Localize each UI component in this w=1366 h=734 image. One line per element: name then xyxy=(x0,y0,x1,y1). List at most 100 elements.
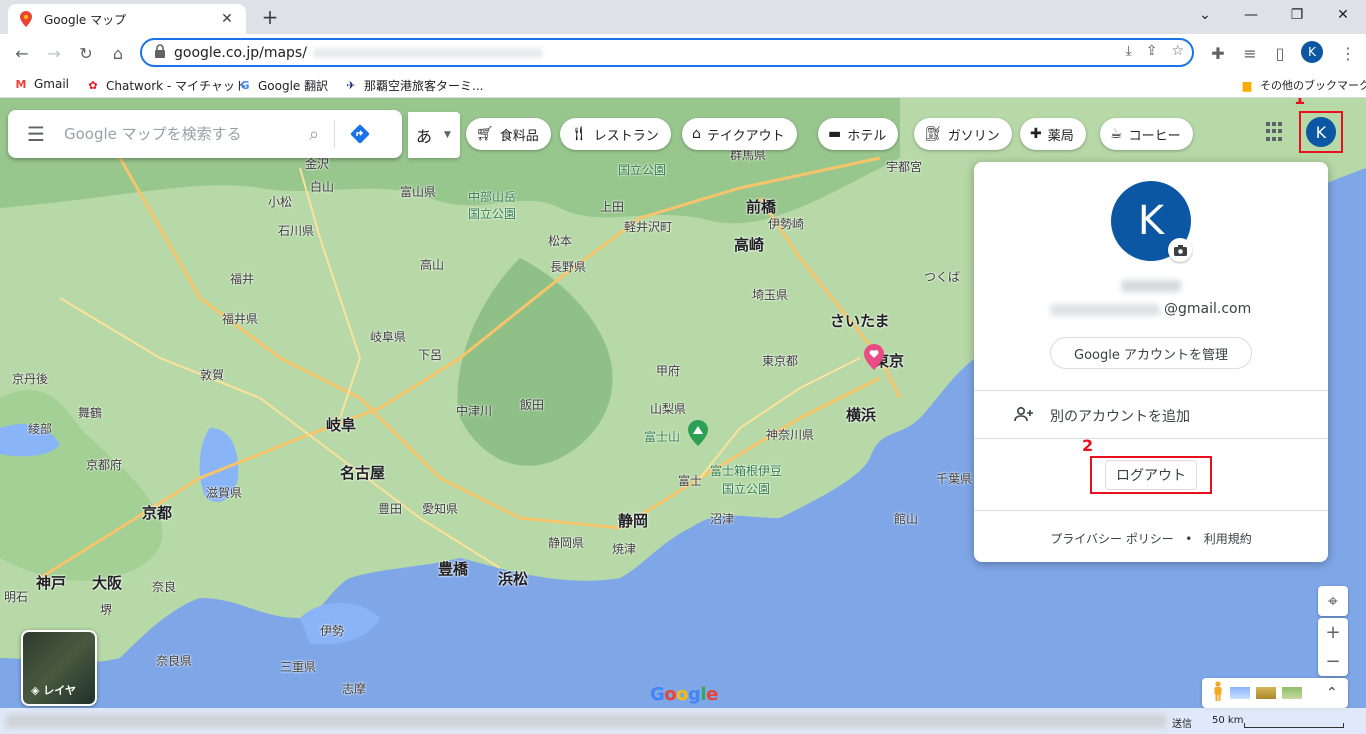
pegman-icon[interactable] xyxy=(1212,681,1224,705)
chip-coffee[interactable]: ☕︎ コーヒー xyxy=(1100,118,1193,150)
lock-icon xyxy=(154,43,166,62)
directions-icon[interactable] xyxy=(335,123,385,145)
thumbnail-field[interactable] xyxy=(1256,687,1276,699)
zoom-in-icon[interactable]: + xyxy=(1318,618,1348,647)
place-label: 高山 xyxy=(420,258,445,272)
close-tab-icon[interactable]: ✕ xyxy=(218,11,236,27)
camera-icon[interactable] xyxy=(1168,238,1192,262)
caret-down-icon: ▼ xyxy=(444,130,451,140)
bookmark-label: Chatwork - マイチャット xyxy=(106,79,247,93)
place-label: 綾部 xyxy=(28,422,53,436)
bookmark-label: 那覇空港旅客ターミ... xyxy=(364,79,484,93)
place-label: 神奈川県 xyxy=(766,428,815,442)
chip-hotels[interactable]: ▬ ホテル xyxy=(818,118,899,150)
new-tab-icon[interactable]: + xyxy=(258,6,282,30)
privacy-policy-link[interactable]: プライバシー ポリシー xyxy=(1050,532,1174,546)
place-label: 中部山岳 xyxy=(468,190,517,204)
chip-restaurants[interactable]: 🍴︎ レストラン xyxy=(560,118,671,150)
place-label: 京都 xyxy=(142,504,173,522)
place-label: 富士 xyxy=(678,474,703,488)
step-2-label: 2 xyxy=(1082,436,1094,455)
thumbnail-sky[interactable] xyxy=(1230,687,1250,699)
place-label: 宇都宮 xyxy=(886,160,923,174)
profile-avatar[interactable]: K xyxy=(1301,41,1323,63)
place-label: 志摩 xyxy=(342,682,367,696)
thumbnail-aerial[interactable] xyxy=(1282,687,1302,699)
account-button[interactable]: K xyxy=(1299,111,1343,153)
separator-dot: • xyxy=(1185,532,1193,546)
bookmark-star-icon[interactable]: ☆ xyxy=(1171,43,1184,59)
tab-search-icon[interactable]: ⌄ xyxy=(1182,0,1228,30)
menu-icon[interactable]: ⋮ xyxy=(1334,39,1362,67)
place-label: 富山県 xyxy=(400,185,437,199)
place-label: 館山 xyxy=(894,512,919,526)
account-email: @gmail.com xyxy=(1164,301,1252,317)
panel-footer: プライバシー ポリシー • 利用規約 xyxy=(974,530,1328,547)
layers-toggle[interactable]: ◈ レイヤ xyxy=(21,630,97,706)
place-label: 上田 xyxy=(600,200,625,214)
zoom-out-icon[interactable]: − xyxy=(1318,647,1348,676)
bookmark-naha-airport[interactable]: ✈ 那覇空港旅客ターミ... xyxy=(344,77,483,94)
my-location-icon[interactable]: ⌖ xyxy=(1318,586,1348,616)
place-label: 滋賀県 xyxy=(206,486,243,500)
place-label: 小松 xyxy=(268,195,293,209)
terms-link[interactable]: 利用規約 xyxy=(1204,532,1252,546)
bed-icon: ▬ xyxy=(828,126,842,142)
share-icon[interactable]: ⇪ xyxy=(1146,43,1158,59)
divider xyxy=(974,438,1328,439)
close-window-icon[interactable]: ✕ xyxy=(1320,0,1366,30)
chip-pharmacy[interactable]: ✚ 薬局 xyxy=(1020,118,1086,150)
chatwork-icon: ✿ xyxy=(88,79,98,92)
bookmark-chatwork[interactable]: ✿ Chatwork - マイチャット xyxy=(86,77,247,94)
logout-button[interactable]: ログアウト xyxy=(1090,456,1212,494)
bookmark-translate[interactable]: G Google 翻訳 xyxy=(238,77,328,94)
chip-label: ガソリン xyxy=(947,128,1000,144)
pharmacy-icon: ✚ xyxy=(1030,126,1042,142)
bookmark-label: その他のブックマーク xyxy=(1260,79,1366,92)
send-feedback-link[interactable]: 送信 xyxy=(1172,715,1192,730)
street-view-bar: ⌃ xyxy=(1202,678,1348,708)
chip-gas[interactable]: ⛽︎ ガソリン xyxy=(914,118,1012,150)
place-label: 松本 xyxy=(548,234,573,248)
reload-icon[interactable]: ↻ xyxy=(72,39,100,67)
map-canvas[interactable]: 金沢 白山 富山県 小松 石川県 中部山岳 国立公園 高山 松本 長野県 上田 軽井沢町 前橋 伊勢崎 高崎… xyxy=(0,98,1366,734)
google-apps-icon[interactable] xyxy=(1266,122,1286,142)
restore-icon[interactable]: ❐ xyxy=(1274,0,1320,30)
chip-groceries[interactable]: 🛒︎ 食料品 xyxy=(466,118,551,150)
search-icon[interactable]: ⌕ xyxy=(294,124,334,145)
menu-hamburger-icon[interactable]: ☰ xyxy=(8,122,64,146)
address-bar[interactable]: google.co.jp/maps/ ⤓ ⇪ ☆ xyxy=(140,38,1194,67)
place-label: 前橋 xyxy=(746,198,777,216)
minimize-icon[interactable]: — xyxy=(1228,0,1274,30)
mountain-pin-icon[interactable] xyxy=(688,420,708,446)
ime-input-toggle[interactable]: あ ▼ xyxy=(408,112,460,158)
account-name-redacted xyxy=(1121,280,1181,292)
chip-takeout[interactable]: ⌂ テイクアウト xyxy=(682,118,797,150)
extensions-icon[interactable]: ✚ xyxy=(1204,39,1232,67)
forward-icon[interactable]: → xyxy=(40,39,68,67)
account-panel: K @gmail.com Google アカウントを管理 別のアカウントを追加 … xyxy=(974,162,1328,562)
place-label: 東京都 xyxy=(762,354,799,368)
bookmark-other[interactable]: ▆ その他のブックマーク xyxy=(1240,77,1366,93)
side-panel-icon[interactable]: ▯ xyxy=(1266,39,1294,67)
tab-google-maps[interactable]: Google マップ ✕ xyxy=(8,4,246,34)
place-label: 神戸 xyxy=(36,574,67,592)
place-label: 飯田 xyxy=(520,398,545,412)
bookmark-label: Google 翻訳 xyxy=(258,79,329,93)
place-label: 奈良県 xyxy=(156,654,193,668)
place-label: 静岡 xyxy=(618,512,649,530)
place-label: 福井県 xyxy=(222,312,259,326)
add-account-item[interactable]: 別のアカウントを追加 xyxy=(1014,406,1190,426)
map-search-input[interactable] xyxy=(64,125,294,143)
chevron-up-icon[interactable]: ⌃ xyxy=(1326,685,1338,701)
bookmarks-bar: M Gmail ✿ Chatwork - マイチャット G Google 翻訳 … xyxy=(0,72,1366,98)
place-label: 甲府 xyxy=(656,364,681,378)
install-icon[interactable]: ⤓ xyxy=(1126,43,1132,59)
back-icon[interactable]: ← xyxy=(8,39,36,67)
media-icon[interactable]: ≡ xyxy=(1236,39,1264,67)
location-pin-icon[interactable] xyxy=(864,344,884,370)
manage-account-button[interactable]: Google アカウントを管理 xyxy=(1050,337,1252,369)
home-icon[interactable]: ⌂ xyxy=(104,39,132,67)
bookmark-gmail[interactable]: M Gmail xyxy=(14,77,70,91)
step-1-label: 1 xyxy=(1294,98,1306,108)
